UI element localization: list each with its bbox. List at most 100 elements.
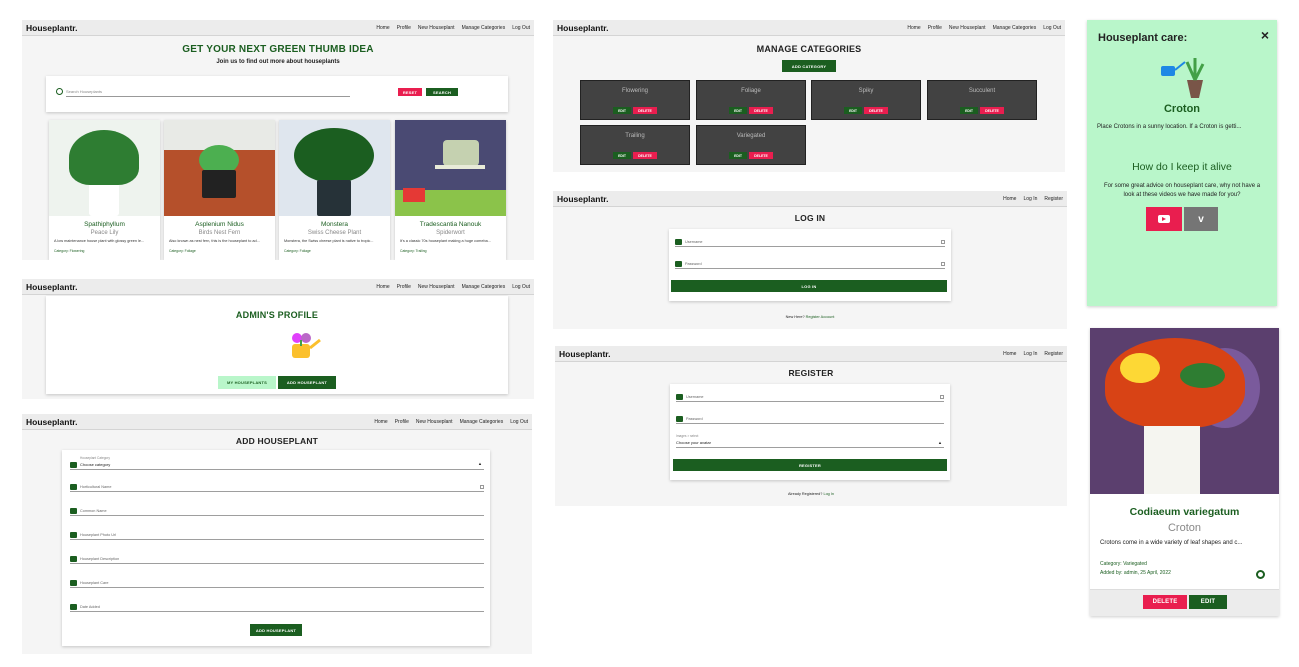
- search-button[interactable]: SEARCH: [426, 88, 458, 96]
- navbar: Houseplantr. Home Log In Register: [555, 346, 1067, 362]
- vimeo-icon: v: [1198, 213, 1204, 225]
- login-button[interactable]: LOG IN: [671, 280, 947, 292]
- nav-logout[interactable]: Log Out: [512, 284, 530, 290]
- brand-logo[interactable]: Houseplantr.: [26, 417, 77, 427]
- password-field[interactable]: Password: [676, 412, 944, 424]
- edit-button[interactable]: EDIT: [729, 107, 748, 114]
- close-icon[interactable]: ×: [1261, 27, 1269, 43]
- edit-button[interactable]: EDIT: [844, 107, 863, 114]
- plant-card[interactable]: Tradescantia Nanouk Spiderwort It's a cl…: [395, 120, 506, 260]
- nav-manage-categories[interactable]: Manage Categories: [993, 25, 1037, 31]
- nav-home[interactable]: Home: [376, 284, 389, 290]
- submit-add-houseplant-button[interactable]: ADD HOUSEPLANT: [250, 624, 302, 636]
- youtube-button[interactable]: [1146, 207, 1182, 231]
- delete-button[interactable]: DELETE: [980, 107, 1004, 114]
- navbar: Houseplantr. Home Profile New Houseplant Ma…: [22, 20, 534, 36]
- search-input[interactable]: Search Houseplants: [66, 86, 350, 97]
- brand-logo[interactable]: Houseplantr.: [559, 349, 610, 359]
- user-lock-icon: [676, 416, 683, 422]
- brand-logo[interactable]: Houseplantr.: [557, 194, 608, 204]
- plant-category: Category: Trailing: [400, 249, 427, 253]
- nav-profile[interactable]: Profile: [397, 284, 411, 290]
- brand-logo[interactable]: Houseplantr.: [557, 23, 608, 33]
- delete-button[interactable]: DELETE: [633, 152, 657, 159]
- edit-button[interactable]: EDIT: [613, 152, 632, 159]
- password-field[interactable]: Password: [675, 257, 945, 269]
- brand-logo[interactable]: Houseplantr.: [26, 23, 77, 33]
- nav-profile[interactable]: Profile: [928, 25, 942, 31]
- plant-card[interactable]: Asplenium Nidus Birds Nest Fern Also kno…: [164, 120, 275, 260]
- delete-button[interactable]: DELETE: [1143, 595, 1187, 609]
- nav-manage-categories[interactable]: Manage Categories: [462, 284, 506, 290]
- add-category-button[interactable]: ADD CATEGORY: [782, 60, 836, 72]
- reset-button[interactable]: RESET: [398, 88, 422, 96]
- delete-button[interactable]: DELETE: [864, 107, 888, 114]
- nav-login[interactable]: Log In: [1023, 196, 1037, 202]
- nav-home[interactable]: Home: [374, 419, 387, 425]
- search-card: Search Houseplants RESET SEARCH: [46, 76, 508, 112]
- delete-button[interactable]: DELETE: [633, 107, 657, 114]
- date-added-field[interactable]: Date Added: [70, 600, 484, 612]
- login-link[interactable]: Log In: [823, 492, 834, 496]
- modal-plant-name: Croton: [1163, 103, 1201, 115]
- nav-new-houseplant[interactable]: New Houseplant: [416, 419, 453, 425]
- delete-button[interactable]: DELETE: [749, 152, 773, 159]
- category-select[interactable]: Houseplant Category Choose category ▲: [70, 456, 484, 470]
- modal-advice-text: For some great advice on houseplant care…: [1103, 183, 1261, 198]
- horticultural-name-field[interactable]: Horticultural Name: [70, 480, 484, 492]
- plant-description: A low maintenance house plant with gloss…: [54, 239, 145, 243]
- edit-button[interactable]: EDIT: [960, 107, 979, 114]
- edit-button[interactable]: EDIT: [1189, 595, 1227, 609]
- calendar-icon: [70, 604, 77, 610]
- leaf-icon: [70, 556, 77, 562]
- nav-new-houseplant[interactable]: New Houseplant: [418, 25, 455, 31]
- plant-added-by: Added by: admin, 25 April, 2022: [1100, 570, 1171, 576]
- nav-logout[interactable]: Log Out: [510, 419, 528, 425]
- plant-image: [164, 120, 275, 216]
- nav-profile[interactable]: Profile: [397, 25, 411, 31]
- leaf-icon: [70, 484, 77, 490]
- vimeo-button[interactable]: v: [1184, 207, 1218, 231]
- zoom-icon[interactable]: [1256, 570, 1265, 579]
- nav-register[interactable]: Register: [1044, 196, 1063, 202]
- my-houseplants-button[interactable]: MY HOUSEPLANTS: [218, 376, 276, 389]
- edit-button[interactable]: EDIT: [613, 107, 632, 114]
- nav-manage-categories[interactable]: Manage Categories: [462, 25, 506, 31]
- register-panel: Houseplantr. Home Log In Register REGISTER…: [555, 346, 1067, 506]
- folder-icon: [70, 462, 77, 468]
- nav-new-houseplant[interactable]: New Houseplant: [949, 25, 986, 31]
- nav-home[interactable]: Home: [1003, 351, 1016, 357]
- brand-logo[interactable]: Houseplantr.: [26, 282, 77, 292]
- common-name-field[interactable]: Common Name: [70, 504, 484, 516]
- avatar-select[interactable]: Images > select Choose your avatar ▲: [676, 434, 944, 448]
- login-footer-text: New Here?: [785, 315, 805, 319]
- plant-category: Category: Flowering: [54, 249, 85, 253]
- plant-image: [49, 120, 160, 216]
- modal-care-text: Place Crotons in a sunny location. If a …: [1097, 124, 1242, 130]
- navbar: Houseplantr. Home Profile New Houseplant Ma…: [553, 20, 1065, 36]
- plant-card[interactable]: Monstera Swiss Cheese Plant Monstera, th…: [279, 120, 390, 260]
- nav-profile[interactable]: Profile: [395, 419, 409, 425]
- username-field[interactable]: Username: [675, 235, 945, 247]
- category-card: Trailing EDIT DELETE: [580, 125, 690, 165]
- nav-home[interactable]: Home: [907, 25, 920, 31]
- care-field[interactable]: Houseplant Care: [70, 576, 484, 588]
- nav-new-houseplant[interactable]: New Houseplant: [418, 284, 455, 290]
- modal-title: Houseplant care:: [1098, 32, 1188, 44]
- register-button[interactable]: REGISTER: [673, 459, 947, 471]
- photo-url-field[interactable]: Houseplant Photo Url: [70, 528, 484, 540]
- delete-button[interactable]: DELETE: [749, 107, 773, 114]
- edit-button[interactable]: EDIT: [729, 152, 748, 159]
- description-field[interactable]: Houseplant Description: [70, 552, 484, 564]
- nav-logout[interactable]: Log Out: [1043, 25, 1061, 31]
- add-houseplant-button[interactable]: ADD HOUSEPLANT: [278, 376, 336, 389]
- plant-card[interactable]: Spathiphyllum Peace Lily A low maintenan…: [49, 120, 160, 260]
- register-account-link[interactable]: Register Account: [806, 315, 835, 319]
- nav-manage-categories[interactable]: Manage Categories: [460, 419, 504, 425]
- nav-home[interactable]: Home: [1003, 196, 1016, 202]
- nav-login[interactable]: Log In: [1023, 351, 1037, 357]
- username-field[interactable]: Username: [676, 390, 944, 402]
- nav-register[interactable]: Register: [1044, 351, 1063, 357]
- nav-logout[interactable]: Log Out: [512, 25, 530, 31]
- nav-home[interactable]: Home: [376, 25, 389, 31]
